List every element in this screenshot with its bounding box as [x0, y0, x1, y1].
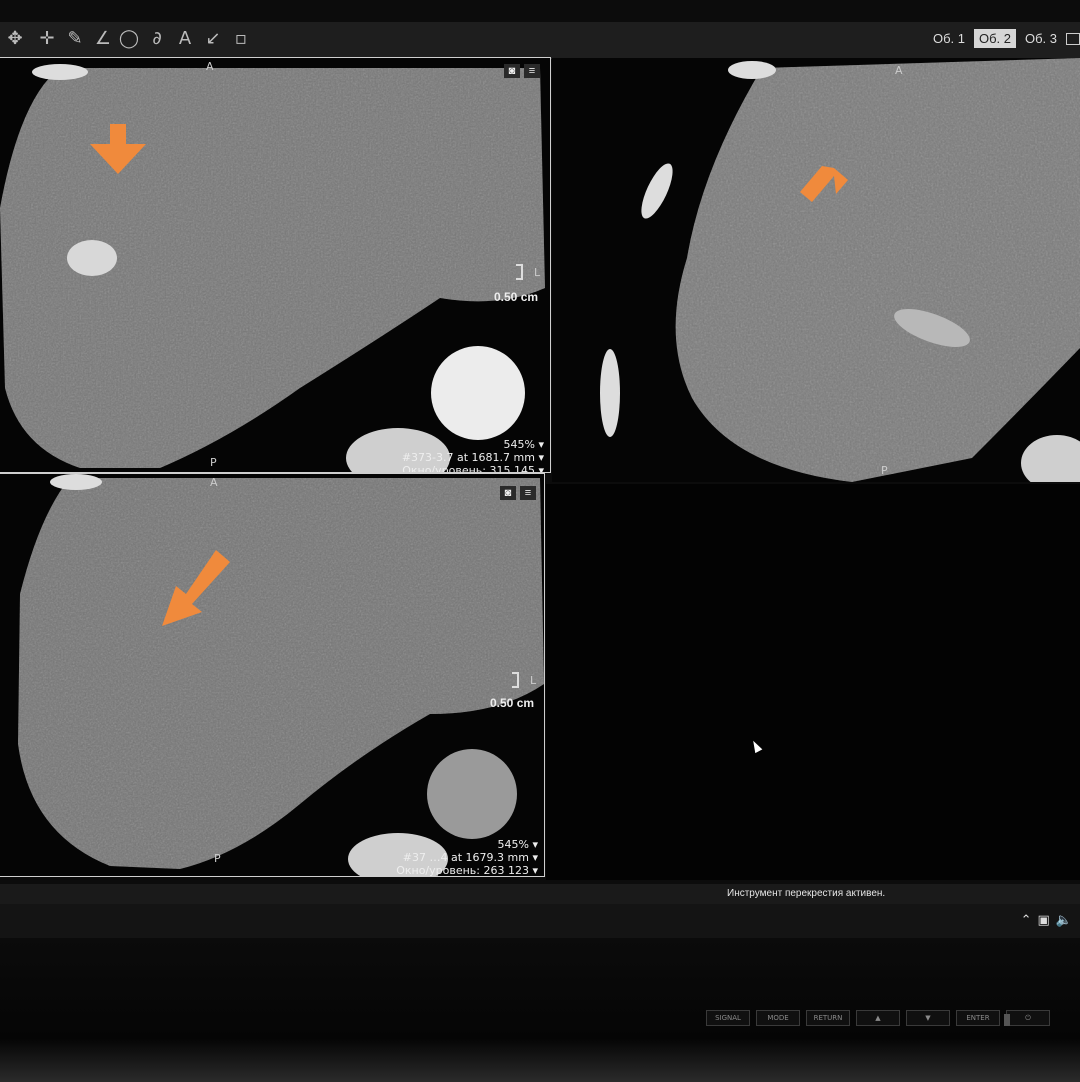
tab-volume-2[interactable]: Об. 2: [973, 29, 1016, 48]
viewport-icons: ◙ ≡: [500, 486, 536, 500]
scale-bracket: [516, 264, 523, 280]
layout-icon[interactable]: [1066, 33, 1080, 45]
ct-slice-image: [0, 64, 545, 472]
vertebra: [1021, 435, 1080, 482]
viewport-bottom-left[interactable]: A P ◙ ≡ L 0.50 cm 545% ▾ #37 …4 at 1679.…: [0, 473, 545, 877]
orientation-bottom: P: [214, 852, 221, 865]
scale-bracket: [512, 672, 519, 688]
freehand-roi-icon[interactable]: ∂: [146, 28, 168, 50]
orientation-bottom: P: [210, 456, 217, 469]
overlay-info: 545% ▾ #373-3.7 at 1681.7 mm ▾ Окно/уров…: [402, 438, 544, 472]
rib: [641, 163, 673, 219]
tab-volume-1[interactable]: Об. 1: [928, 29, 970, 48]
ct-slice-image: [600, 58, 1080, 482]
status-message: Инструмент перекрестия активен.: [727, 888, 886, 899]
viewport-top-left[interactable]: A P ◙ ≡ L 0.50 cm 545% ▾ #373-3.7 at 168…: [0, 57, 551, 473]
slice-readout[interactable]: #373-3.7 at 1681.7 mm ▾: [402, 451, 544, 464]
rib: [32, 64, 88, 80]
viewport-top-right[interactable]: A P: [552, 58, 1080, 482]
orientation-bottom: P: [881, 464, 888, 477]
monitor-return-button[interactable]: RETURN: [806, 1010, 850, 1026]
orientation-top: A: [206, 60, 214, 73]
chevron-up-icon[interactable]: ⌃: [1021, 913, 1032, 928]
os-taskbar: ⌃ ▣ 🔈: [0, 904, 1080, 938]
scale-label: 0.50 cm: [490, 696, 535, 710]
monitor-enter-button[interactable]: ENTER: [956, 1010, 1000, 1026]
angle-icon[interactable]: ∠: [92, 28, 114, 50]
volume-icon[interactable]: 🔈: [1056, 913, 1072, 928]
monitor-signal-button[interactable]: SIGNAL: [706, 1010, 750, 1026]
monitor-buttons: SIGNAL MODE RETURN ▲ ▼ ENTER ⏻: [706, 1010, 1050, 1026]
lesion-enhancement: [67, 240, 117, 276]
orientation-right: L: [534, 266, 541, 279]
slice-readout[interactable]: #37 …4 at 1679.3 mm ▾: [396, 851, 538, 864]
orientation-top: A: [895, 64, 903, 77]
power-led: [1004, 1014, 1010, 1026]
orientation-top: A: [210, 476, 218, 489]
monitor-mode-button[interactable]: MODE: [756, 1010, 800, 1026]
window-level-readout[interactable]: Окно/уровень: 263 123 ▾: [396, 864, 538, 876]
orientation-right: L: [530, 674, 537, 687]
overlay-info: 545% ▾ #37 …4 at 1679.3 mm ▾ Окно/уровен…: [396, 838, 538, 876]
volume-tabs: Об. 1 Об. 2 Об. 3: [928, 29, 1080, 48]
crosshair-icon[interactable]: ✛: [36, 28, 58, 50]
rib: [50, 474, 102, 490]
network-icon[interactable]: ▣: [1038, 913, 1050, 928]
camera-icon[interactable]: ◙: [504, 64, 520, 78]
system-tray: ⌃ ▣ 🔈: [1021, 913, 1072, 928]
arrow-annotation-icon[interactable]: ↙: [202, 28, 224, 50]
camera-icon[interactable]: ◙: [500, 486, 516, 500]
tab-volume-3[interactable]: Об. 3: [1020, 29, 1062, 48]
aorta: [427, 749, 517, 839]
rectangle-roi-icon[interactable]: ▫: [230, 28, 252, 50]
viewport-bottom-right[interactable]: [546, 484, 1080, 880]
pan-arrows-icon[interactable]: ✥: [4, 28, 26, 50]
zoom-readout[interactable]: 545% ▾: [396, 838, 538, 851]
zoom-readout[interactable]: 545% ▾: [402, 438, 544, 451]
ellipse-roi-icon[interactable]: ◯: [118, 28, 140, 50]
ct-slice-image: [18, 474, 544, 876]
monitor-power-button[interactable]: ⏻: [1006, 1010, 1050, 1026]
menu-icon[interactable]: ≡: [520, 486, 536, 500]
monitor-up-button[interactable]: ▲: [856, 1010, 900, 1026]
menu-icon[interactable]: ≡: [524, 64, 540, 78]
window-level-readout[interactable]: Окно/уровень: 315 145 ▾: [402, 464, 544, 472]
rib: [600, 349, 620, 437]
status-bar: Инструмент перекрестия активен.: [0, 884, 1080, 904]
viewport-icons: ◙ ≡: [504, 64, 540, 78]
ruler-icon[interactable]: ✎: [64, 28, 86, 50]
scale-label: 0.50 cm: [494, 290, 539, 304]
aorta: [431, 346, 525, 440]
viewer-toolbar: ✥ ✛ ✎ ∠ ◯ ∂ A ↙ ▫ Об. 1 Об. 2 Об. 3: [0, 22, 1080, 59]
monitor-down-button[interactable]: ▼: [906, 1010, 950, 1026]
text-annotation-icon[interactable]: A: [174, 28, 196, 50]
rib: [728, 61, 776, 79]
